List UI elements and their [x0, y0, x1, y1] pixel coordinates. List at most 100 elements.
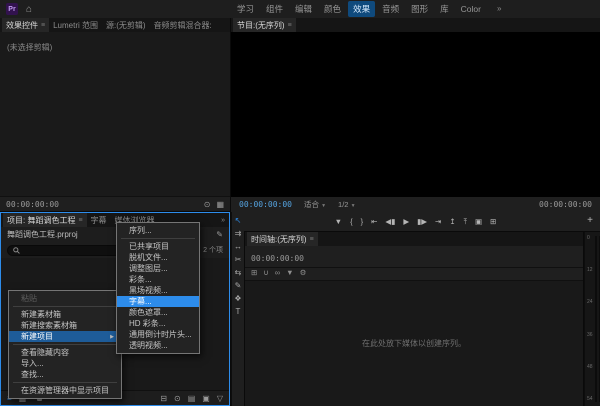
snap-toggle-button[interactable]: ∪ — [263, 269, 269, 277]
menu-separator — [121, 238, 195, 239]
timeline-timecode[interactable]: 00:00:00:00 — [251, 254, 304, 263]
menu-item-reveal-in-explorer[interactable]: 在资源管理器中显示项目 — [9, 385, 121, 396]
hand-tool-button[interactable]: ❖ — [234, 295, 241, 303]
project-file-name: 舞蹈调色工程.prproj — [7, 229, 78, 240]
chevron-down-icon: ▼ — [321, 203, 326, 209]
new-item-submenu: 序列... 已共享项目 脱机文件... 调整图层... 彩条... 黑场视频..… — [116, 222, 200, 354]
workspace-tab-effects[interactable]: 效果 — [348, 1, 375, 17]
tab-effect-controls-label: 效果控件 — [6, 20, 38, 31]
menu-item-find[interactable]: 查找... — [9, 369, 121, 380]
find-button[interactable]: ⊙ — [174, 394, 181, 403]
submenu-item-sequence[interactable]: 序列... — [117, 225, 199, 236]
panel-menu-icon[interactable]: ≡ — [78, 217, 82, 224]
step-forward-button[interactable]: ▮▶ — [417, 218, 427, 226]
meter-tick-label: 48 — [587, 365, 593, 370]
playback-resolution-select[interactable]: 1/2 ▼ — [338, 200, 355, 209]
lift-button[interactable]: ↥ — [449, 218, 455, 226]
submenu-item-black-video[interactable]: 黑场视频... — [117, 285, 199, 296]
panel-menu-icon[interactable]: ≡ — [310, 236, 314, 243]
effect-controls-timecode: 00:00:00:00 — [6, 200, 59, 209]
razor-tool-button[interactable]: ✂ — [235, 256, 242, 264]
submenu-item-shared-project[interactable]: 已共享项目 — [117, 241, 199, 252]
tab-project[interactable]: 项目: 舞蹈调色工程 ≡ — [3, 213, 87, 227]
tab-program-label: 节目:(无序列) — [237, 20, 285, 31]
timeline-panel: 时间轴:(无序列) ≡ 00:00:00:00 ⊞ ∪ ∞ ▼ ⚙ 在此处放下媒… — [245, 232, 583, 406]
tab-lumetri-scopes[interactable]: Lumetri 范围 — [49, 18, 102, 32]
new-item-button[interactable]: ▣ — [202, 394, 210, 403]
add-marker-button[interactable]: ▼ — [286, 269, 293, 277]
workspace-tab-audio[interactable]: 音频 — [377, 1, 404, 17]
menu-item-new-search-bin[interactable]: 新建搜索素材箱 — [9, 320, 121, 331]
zoom-fit-icon[interactable]: ⊙ — [204, 200, 211, 209]
go-to-out-button[interactable]: ⇥ — [435, 218, 441, 226]
selection-tool-button[interactable]: ↖ — [235, 217, 242, 225]
chevron-down-icon: ▼ — [351, 203, 356, 209]
workspace-tab-assembly[interactable]: 组件 — [261, 1, 288, 17]
type-tool-button[interactable]: T — [236, 308, 241, 316]
panel-options-icon[interactable]: ▦ — [216, 200, 224, 209]
track-select-forward-tool-button[interactable]: ⇉ — [235, 230, 242, 238]
automate-to-sequence-button[interactable]: ⊟ — [160, 394, 167, 403]
effect-controls-tabbar: 效果控件 ≡ Lumetri 范围 源:(无剪辑) 音频剪辑混合器: — [0, 18, 230, 32]
new-bin-button[interactable]: ▤ — [188, 394, 196, 403]
workspace-tab-learning[interactable]: 学习 — [232, 1, 259, 17]
tab-program-monitor[interactable]: 节目:(无序列) ≡ — [233, 18, 296, 32]
tab-source-monitor[interactable]: 源:(无剪辑) — [102, 18, 150, 32]
meter-tick-label: 12 — [587, 268, 593, 273]
program-monitor-screen — [231, 32, 600, 197]
project-context-menu: 粘贴 新建素材箱 新建搜索素材箱 新建项目 ▶ 查看隐藏内容 导入... 查找.… — [8, 290, 122, 399]
menu-item-import[interactable]: 导入... — [9, 358, 121, 369]
tab-audio-clip-mixer[interactable]: 音频剪辑混合器: — [150, 18, 216, 32]
linked-selection-button[interactable]: ∞ — [275, 269, 280, 277]
workspace-tab-editing[interactable]: 编辑 — [290, 1, 317, 17]
button-editor-button[interactable]: + — [587, 215, 593, 226]
program-position-timecode[interactable]: 00:00:00:00 — [239, 200, 292, 209]
submenu-item-captions[interactable]: 字幕... — [117, 296, 199, 307]
submenu-item-hd-bars[interactable]: HD 彩条... — [117, 318, 199, 329]
timeline-settings-button[interactable]: ⚙ — [300, 269, 307, 277]
tab-captions[interactable]: 字幕 — [87, 213, 111, 227]
timeline-drop-zone[interactable]: 在此处放下媒体以创建序列。 — [245, 281, 583, 406]
submenu-item-offline-file[interactable]: 脱机文件... — [117, 252, 199, 263]
tab-timeline[interactable]: 时间轴:(无序列) ≡ — [247, 232, 318, 246]
workspace-tab-color[interactable]: 颜色 — [319, 1, 346, 17]
panel-menu-icon[interactable]: ≡ — [41, 22, 45, 29]
comparison-view-button[interactable]: ⊞ — [490, 218, 496, 226]
workspace-tab-libraries[interactable]: 库 — [435, 1, 454, 17]
ripple-edit-tool-button[interactable]: ↔ — [234, 243, 242, 251]
workspace-tab-color-custom[interactable]: Color — [456, 2, 486, 16]
panel-overflow-icon[interactable]: » — [221, 217, 227, 224]
timeline-tabbar: 时间轴:(无序列) ≡ — [245, 232, 583, 246]
workspace-tab-graphics[interactable]: 图形 — [406, 1, 433, 17]
pen-tool-button[interactable]: ✎ — [235, 282, 242, 290]
menu-item-new-bin[interactable]: 新建素材箱 — [9, 309, 121, 320]
program-transport-controls: ▼ { } ⇤ ◀▮ ▶ ▮▶ ⇥ ↥ ⤒ ▣ ⊞ + — [231, 212, 600, 231]
meter-tick-label: 24 — [587, 300, 593, 305]
export-frame-button[interactable]: ▣ — [475, 218, 482, 226]
submenu-item-color-bars[interactable]: 彩条... — [117, 274, 199, 285]
submenu-item-counting-leader[interactable]: 通用倒计时片头... — [117, 329, 199, 340]
extract-button[interactable]: ⤒ — [464, 218, 467, 226]
home-icon[interactable]: ⌂ — [26, 4, 32, 15]
search-input[interactable] — [23, 247, 129, 254]
panel-menu-icon[interactable]: ≡ — [288, 22, 292, 29]
submenu-item-adjustment-layer[interactable]: 调整图层... — [117, 263, 199, 274]
step-back-button[interactable]: ◀▮ — [385, 218, 395, 226]
nest-toggle-button[interactable]: ⊞ — [251, 269, 257, 277]
zoom-level-select[interactable]: 适合 ▼ — [304, 199, 326, 210]
mark-in-button[interactable]: { — [350, 218, 353, 226]
slip-tool-button[interactable]: ⇆ — [235, 269, 242, 277]
mark-out-button[interactable]: } — [361, 218, 364, 226]
add-marker-button[interactable]: ▼ — [335, 218, 342, 226]
go-to-in-button[interactable]: ⇤ — [371, 218, 377, 226]
play-button[interactable]: ▶ — [403, 218, 409, 226]
menu-item-paste[interactable]: 粘贴 — [9, 293, 121, 304]
menu-item-view-hidden[interactable]: 查看隐藏内容 — [9, 347, 121, 358]
menu-item-new-item[interactable]: 新建项目 ▶ — [9, 331, 121, 342]
submenu-item-color-matte[interactable]: 颜色遮罩... — [117, 307, 199, 318]
tools-panel: ↖ ⇉ ↔ ✂ ⇆ ✎ ❖ T — [231, 212, 244, 406]
clear-button[interactable]: ▽ — [217, 394, 223, 403]
tab-effect-controls[interactable]: 效果控件 ≡ — [2, 18, 49, 32]
workspace-overflow-icon[interactable]: » — [497, 4, 501, 13]
submenu-item-transparent-video[interactable]: 透明视频... — [117, 340, 199, 351]
